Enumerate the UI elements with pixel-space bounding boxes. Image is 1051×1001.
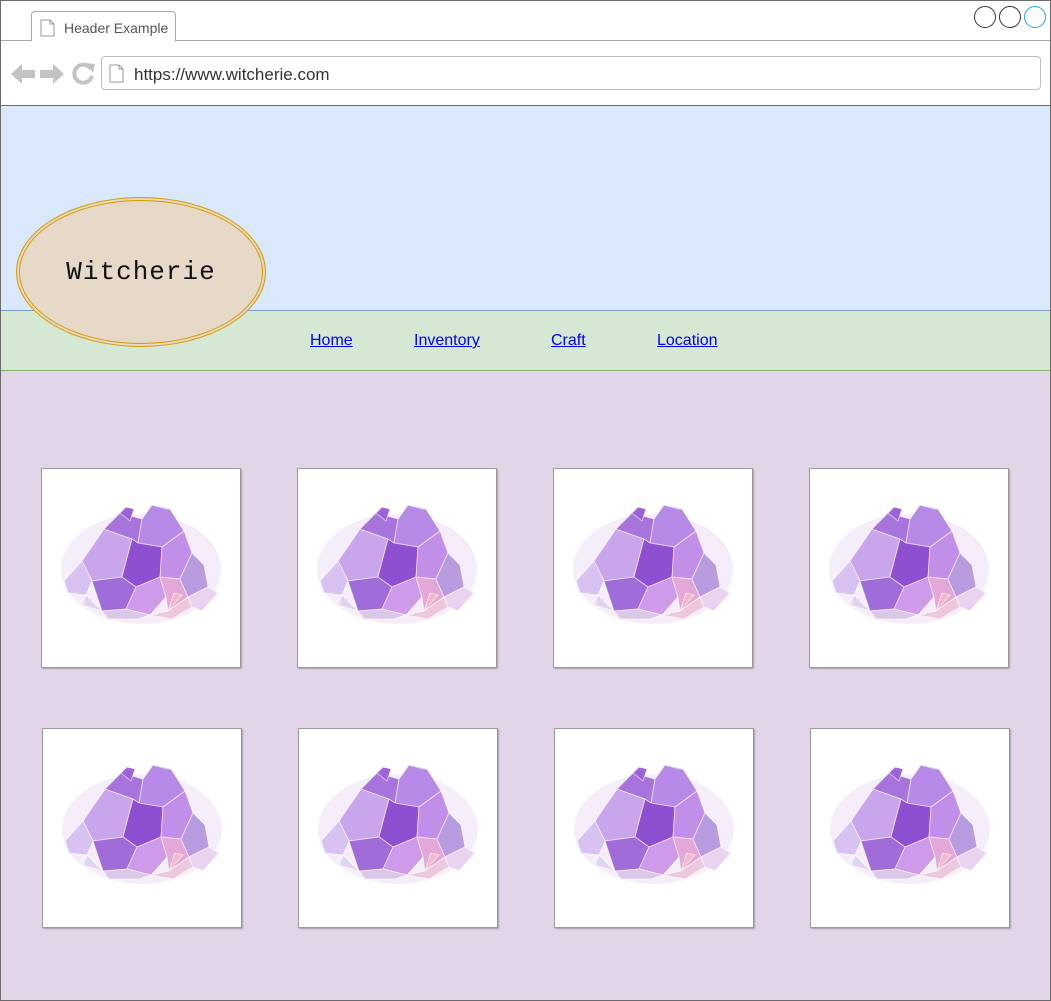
window-maximize-button[interactable]	[999, 6, 1021, 28]
url-text: https://www.witcherie.com	[134, 65, 330, 84]
gallery-tile[interactable]	[298, 728, 498, 928]
amethyst-crystal-image	[318, 764, 478, 884]
window-controls	[974, 6, 1046, 28]
amethyst-crystal-image	[573, 504, 733, 624]
arrow-right-icon[interactable]	[39, 62, 65, 86]
amethyst-crystal-image	[574, 764, 734, 884]
amethyst-crystal-image	[62, 764, 222, 884]
page-icon	[40, 19, 55, 37]
nav-link-location[interactable]: Location	[657, 332, 718, 350]
gallery-tile[interactable]	[553, 468, 753, 668]
gallery-tile[interactable]	[554, 728, 754, 928]
browser-window: Header Example https://www.witcherie.com	[0, 0, 1051, 1001]
amethyst-crystal-image	[61, 504, 221, 624]
browser-tab[interactable]: Header Example	[31, 11, 176, 42]
gallery-tile[interactable]	[809, 468, 1009, 668]
nav-link-inventory[interactable]: Inventory	[414, 332, 480, 350]
window-close-button[interactable]	[1024, 6, 1046, 28]
nav-link-home[interactable]: Home	[310, 332, 353, 350]
amethyst-crystal-image	[829, 504, 989, 624]
tab-strip: Header Example	[1, 1, 1050, 42]
nav-link-craft[interactable]: Craft	[551, 332, 586, 350]
site-logo[interactable]: Witcherie	[16, 197, 266, 347]
window-minimize-button[interactable]	[974, 6, 996, 28]
gallery-tile[interactable]	[42, 728, 242, 928]
amethyst-crystal-image	[830, 764, 990, 884]
reload-icon[interactable]	[70, 61, 96, 87]
page-icon	[109, 64, 124, 83]
address-bar[interactable]: https://www.witcherie.com	[101, 56, 1041, 90]
gallery-tile[interactable]	[41, 468, 241, 668]
logo-text: Witcherie	[66, 257, 216, 287]
tab-title: Header Example	[64, 20, 169, 36]
gallery-tile[interactable]	[297, 468, 497, 668]
browser-toolbar: https://www.witcherie.com	[1, 41, 1050, 106]
arrow-left-icon[interactable]	[10, 62, 36, 86]
gallery-tile[interactable]	[810, 728, 1010, 928]
amethyst-crystal-image	[317, 504, 477, 624]
